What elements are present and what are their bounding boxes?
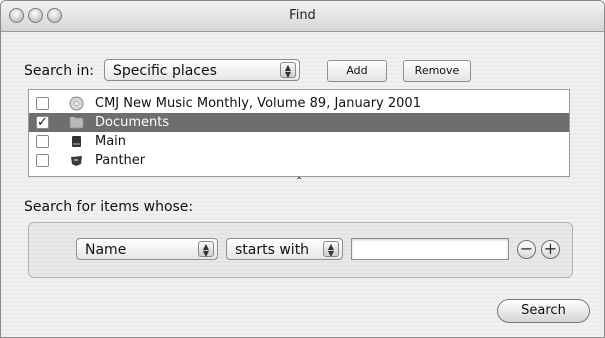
- list-item[interactable]: Panther: [29, 151, 569, 170]
- add-criterion-button[interactable]: +: [541, 240, 560, 259]
- attribute-value: Name: [85, 242, 127, 258]
- window-title: Find: [289, 8, 316, 23]
- popup-arrows-icon: ▲ ▼: [198, 241, 214, 258]
- resize-grip-icon[interactable]: ⌃: [295, 177, 303, 187]
- place-checkbox[interactable]: [36, 97, 49, 110]
- place-checkbox[interactable]: [36, 154, 49, 167]
- cd-icon: [69, 96, 84, 111]
- panther-drive-icon: [71, 156, 82, 166]
- remove-criterion-button[interactable]: −: [517, 240, 536, 259]
- place-label: Main: [95, 134, 127, 149]
- place-checkbox[interactable]: [36, 135, 49, 148]
- search-in-label: Search in:: [24, 63, 95, 79]
- list-item[interactable]: Main: [29, 132, 569, 151]
- place-label: CMJ New Music Monthly, Volume 89, Januar…: [95, 96, 421, 111]
- find-window: Find Search in: Specific places ▲ ▼ Add R…: [0, 0, 605, 338]
- place-label: Documents: [95, 115, 170, 130]
- search-button[interactable]: Search: [497, 299, 590, 323]
- criteria-value-input[interactable]: [351, 238, 509, 260]
- place-label: Panther: [95, 153, 146, 168]
- search-in-value: Specific places: [113, 63, 217, 79]
- plus-icon: +: [543, 239, 558, 258]
- list-item[interactable]: ✓ Documents: [29, 113, 569, 132]
- places-list[interactable]: CMJ New Music Monthly, Volume 89, Januar…: [28, 89, 570, 177]
- operator-popup[interactable]: starts with ▲ ▼: [226, 238, 343, 260]
- title-bar[interactable]: Find: [1, 1, 604, 32]
- place-checkbox[interactable]: ✓: [36, 116, 49, 129]
- remove-button[interactable]: Remove: [403, 60, 471, 82]
- folder-icon: [69, 117, 84, 129]
- hard-drive-icon: [72, 136, 81, 147]
- minus-icon: −: [519, 239, 534, 258]
- add-button[interactable]: Add: [327, 60, 387, 82]
- list-item[interactable]: CMJ New Music Monthly, Volume 89, Januar…: [29, 94, 569, 113]
- operator-value: starts with: [235, 242, 310, 258]
- search-criteria-label: Search for items whose:: [24, 199, 194, 215]
- popup-arrows-icon: ▲ ▼: [280, 62, 296, 79]
- popup-arrows-icon: ▲ ▼: [323, 241, 339, 258]
- attribute-popup[interactable]: Name ▲ ▼: [76, 238, 218, 260]
- search-in-popup[interactable]: Specific places ▲ ▼: [104, 59, 300, 81]
